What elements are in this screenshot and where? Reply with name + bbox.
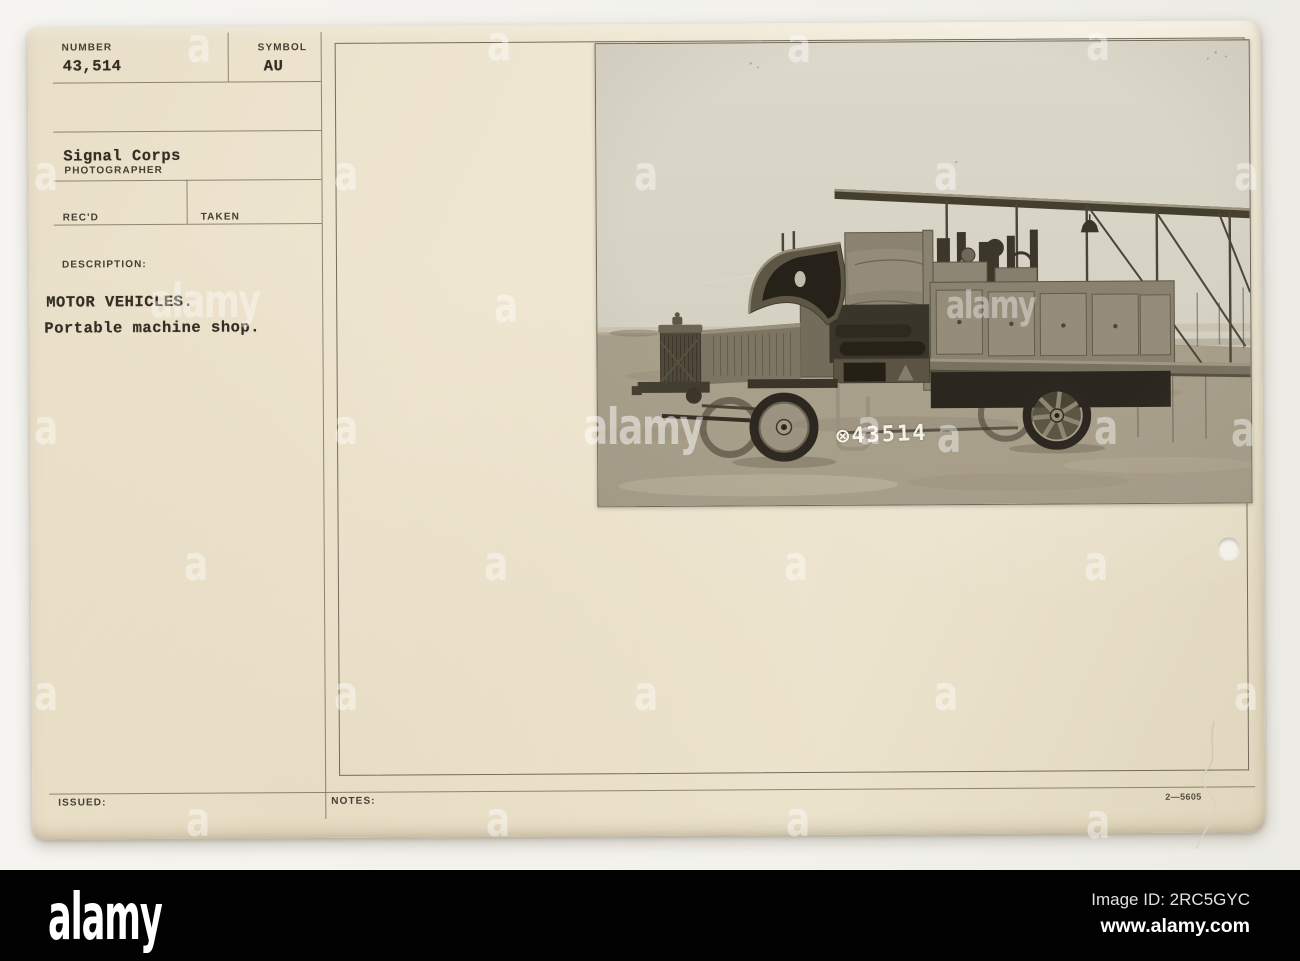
form-line xyxy=(53,222,322,226)
image-id-text: Image ID: 2RC5GYC xyxy=(1091,890,1250,909)
form-line xyxy=(52,80,321,84)
photographer-value: Signal Corps xyxy=(63,146,181,166)
form-line xyxy=(320,31,327,819)
issued-label: ISSUED: xyxy=(58,797,107,809)
signal-corps-index-card: NUMBER 43,514 SYMBOL AU Signal Corps PHO… xyxy=(27,20,1266,849)
photographer-label: PHOTOGRAPHER xyxy=(64,164,164,177)
alamy-logo: alamy xyxy=(48,881,163,955)
form-line xyxy=(49,786,1256,795)
photo-stamp-number: ⊗43514 xyxy=(835,420,928,450)
description-label: DESCRIPTION: xyxy=(61,259,147,271)
number-value: 43,514 xyxy=(62,57,122,76)
received-label: REC'D xyxy=(62,212,99,224)
punch-hole xyxy=(1217,537,1240,560)
taken-label: TAKEN xyxy=(200,211,240,223)
notes-label: NOTES: xyxy=(331,795,376,807)
form-line xyxy=(186,179,188,224)
alamy-stock-photo-page: NUMBER 43,514 SYMBOL AU Signal Corps PHO… xyxy=(0,0,1300,961)
symbol-label: SYMBOL xyxy=(257,42,308,54)
symbol-value: AU xyxy=(263,57,284,76)
crack-mark xyxy=(1195,720,1243,849)
description-line-2: Portable machine shop. xyxy=(44,318,261,338)
photograph: ⊗43514 xyxy=(594,39,1253,508)
form-line xyxy=(227,32,229,82)
alamy-url-text: www.alamy.com xyxy=(1100,915,1250,937)
number-label: NUMBER xyxy=(61,42,113,54)
alamy-footer-bar: alamy Image ID: 2RC5GYC www.alamy.com xyxy=(0,870,1300,961)
form-line xyxy=(53,129,322,133)
description-line-1: MOTOR VEHICLES. xyxy=(46,292,194,312)
